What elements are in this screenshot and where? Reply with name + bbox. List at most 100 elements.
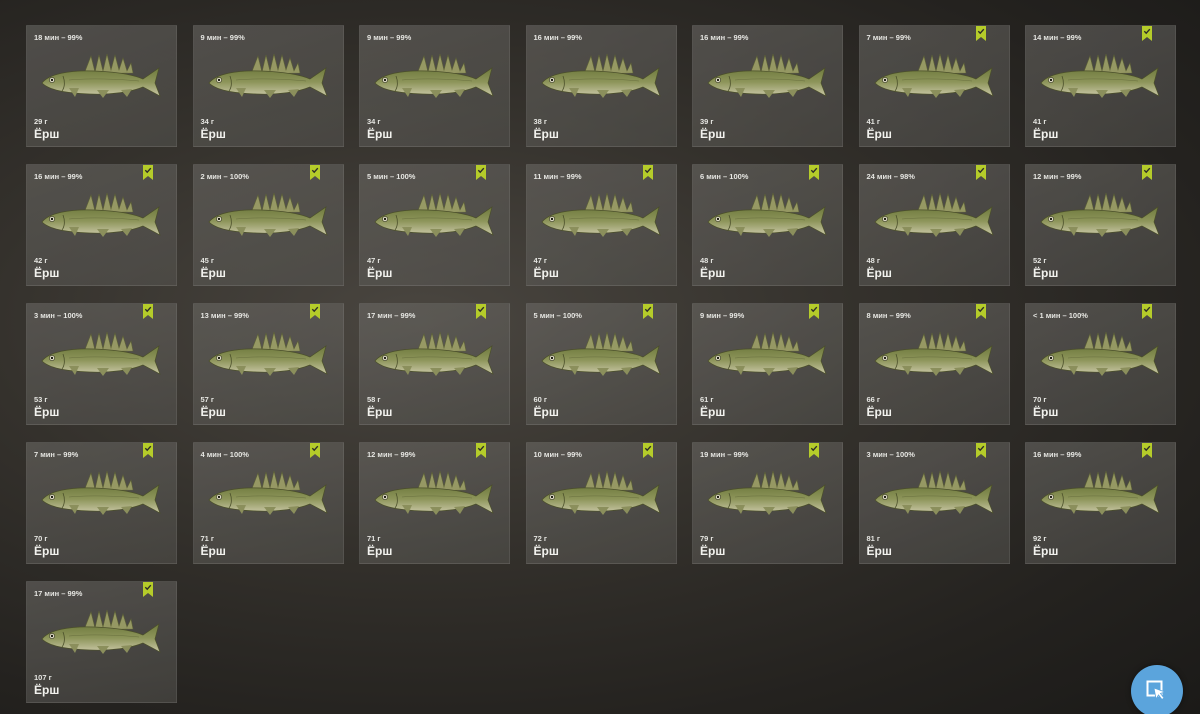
bookmark-check-icon bbox=[143, 582, 153, 597]
catch-weight: 66 г bbox=[866, 395, 881, 404]
catch-time-quality: 3 мин – 100% bbox=[34, 311, 83, 320]
catch-fish-name: Ёрш bbox=[866, 544, 892, 558]
catch-card[interactable]: 9 мин – 99% 34 г Ёрш bbox=[192, 25, 344, 147]
catch-card[interactable]: 5 мин – 100% 60 г Ёрш bbox=[525, 303, 677, 425]
catch-weight: 41 г bbox=[866, 117, 881, 126]
catch-fish-name: Ёрш bbox=[367, 544, 393, 558]
catch-card[interactable]: 12 мин – 99% 52 г Ёрш bbox=[1025, 164, 1176, 286]
catch-time-quality: 6 мин – 100% bbox=[700, 172, 749, 181]
bookmark-check-icon bbox=[1142, 165, 1152, 180]
catch-card[interactable]: 12 мин – 99% 71 г Ёрш bbox=[359, 442, 510, 564]
catch-time-quality: 9 мин – 99% bbox=[200, 33, 245, 42]
catch-card[interactable]: 5 мин – 100% 47 г Ёрш bbox=[359, 164, 510, 286]
catch-fish-name: Ёрш bbox=[700, 127, 726, 141]
catch-time-quality: 16 мин – 99% bbox=[533, 33, 582, 42]
catch-time-quality: 16 мин – 99% bbox=[34, 172, 83, 181]
catch-card[interactable]: 6 мин – 100% 48 г Ёрш bbox=[692, 164, 843, 286]
catch-time-quality: 9 мин – 99% bbox=[367, 33, 412, 42]
catch-time-quality: 7 мин – 99% bbox=[866, 33, 911, 42]
bookmark-check-icon bbox=[1142, 304, 1152, 319]
catch-card[interactable]: 16 мин – 99% 38 г Ёрш bbox=[525, 25, 677, 147]
catch-card[interactable]: 7 мин – 99% 70 г Ёрш bbox=[26, 442, 177, 564]
catch-card[interactable]: 24 мин – 98% 48 г Ёрш bbox=[858, 164, 1010, 286]
catch-time-quality: 14 мин – 99% bbox=[1033, 33, 1082, 42]
catch-time-quality: 4 мин – 100% bbox=[200, 450, 249, 459]
select-mode-button[interactable] bbox=[1131, 665, 1183, 714]
catch-card[interactable]: 11 мин – 99% 47 г Ёрш bbox=[525, 164, 677, 286]
catch-card[interactable]: 17 мин – 99% 107 г Ёрш bbox=[26, 581, 177, 703]
bookmark-check-icon bbox=[975, 26, 986, 41]
ruffe-fish-icon bbox=[374, 331, 494, 376]
catch-weight: 107 г bbox=[34, 673, 52, 682]
catch-card[interactable]: 4 мин – 100% 71 г Ёрш bbox=[192, 442, 344, 564]
catch-time-quality: 19 мин – 99% bbox=[700, 450, 749, 459]
catch-weight: 34 г bbox=[367, 117, 381, 126]
bookmark-check-icon bbox=[476, 165, 486, 180]
ruffe-fish-icon bbox=[541, 331, 661, 376]
catch-card[interactable]: 3 мин – 100% 81 г Ёрш bbox=[858, 442, 1010, 564]
catch-card[interactable]: 10 мин – 99% 72 г Ёрш bbox=[525, 442, 677, 564]
catch-weight: 47 г bbox=[533, 256, 548, 265]
catch-fish-name: Ёрш bbox=[533, 405, 559, 419]
catch-fish-name: Ёрш bbox=[367, 405, 393, 419]
catch-weight: 72 г bbox=[533, 534, 548, 543]
catch-card[interactable]: 9 мин – 99% 34 г Ёрш bbox=[359, 25, 510, 147]
ruffe-fish-icon bbox=[41, 331, 161, 376]
ruffe-fish-icon bbox=[707, 53, 827, 98]
catch-card[interactable]: 19 мин – 99% 79 г Ёрш bbox=[692, 442, 843, 564]
bookmark-check-icon bbox=[975, 304, 986, 319]
catch-fish-name: Ёрш bbox=[533, 127, 559, 141]
bookmark-check-icon bbox=[476, 443, 486, 458]
catch-fish-name: Ёрш bbox=[1033, 405, 1059, 419]
bookmark-check-icon bbox=[143, 165, 153, 180]
catch-time-quality: 17 мин – 99% bbox=[34, 589, 83, 598]
ruffe-fish-icon bbox=[1040, 331, 1160, 376]
ruffe-fish-icon bbox=[41, 609, 161, 654]
catch-time-quality: 16 мин – 99% bbox=[700, 33, 749, 42]
catch-fish-name: Ёрш bbox=[34, 683, 60, 697]
catch-card[interactable]: 16 мин – 99% 92 г Ёрш bbox=[1025, 442, 1176, 564]
catch-weight: 81 г bbox=[866, 534, 881, 543]
catch-fish-name: Ёрш bbox=[1033, 266, 1059, 280]
ruffe-fish-icon bbox=[707, 331, 827, 376]
catch-fish-name: Ёрш bbox=[367, 127, 393, 141]
catch-card[interactable]: 16 мин – 99% 39 г Ёрш bbox=[692, 25, 843, 147]
catch-weight: 71 г bbox=[200, 534, 215, 543]
ruffe-fish-icon bbox=[707, 470, 827, 515]
catch-time-quality: 13 мин – 99% bbox=[200, 311, 249, 320]
catch-time-quality: 7 мин – 99% bbox=[34, 450, 79, 459]
catch-fish-name: Ёрш bbox=[200, 405, 226, 419]
catch-card[interactable]: 13 мин – 99% 57 г Ёрш bbox=[192, 303, 344, 425]
catch-card[interactable]: 3 мин – 100% 53 г Ёрш bbox=[26, 303, 177, 425]
catch-card[interactable]: 8 мин – 99% 66 г Ёрш bbox=[858, 303, 1010, 425]
bookmark-check-icon bbox=[143, 443, 153, 458]
catch-time-quality: 24 мин – 98% bbox=[866, 172, 915, 181]
bookmark-check-icon bbox=[1142, 443, 1152, 458]
bookmark-check-icon bbox=[1142, 26, 1152, 41]
catch-weight: 41 г bbox=[1033, 117, 1047, 126]
catch-card[interactable]: 2 мин – 100% 45 г Ёрш bbox=[192, 164, 344, 286]
catch-card[interactable]: 17 мин – 99% 58 г Ёрш bbox=[359, 303, 510, 425]
ruffe-fish-icon bbox=[41, 470, 161, 515]
bookmark-check-icon bbox=[809, 165, 819, 180]
catch-weight: 48 г bbox=[700, 256, 714, 265]
catch-time-quality: 3 мин – 100% bbox=[866, 450, 915, 459]
ruffe-fish-icon bbox=[1040, 53, 1160, 98]
catch-weight: 70 г bbox=[1033, 395, 1047, 404]
ruffe-fish-icon bbox=[41, 192, 161, 237]
catch-card[interactable]: 9 мин – 99% 61 г Ёрш bbox=[692, 303, 843, 425]
catch-weight: 34 г bbox=[200, 117, 215, 126]
catch-time-quality: 12 мин – 99% bbox=[1033, 172, 1082, 181]
catch-weight: 71 г bbox=[367, 534, 381, 543]
catch-card[interactable]: 16 мин – 99% 42 г Ёрш bbox=[26, 164, 177, 286]
catch-fish-name: Ёрш bbox=[200, 544, 226, 558]
catch-time-quality: 11 мин – 99% bbox=[533, 172, 582, 181]
catch-card[interactable]: 18 мин – 99% 29 г Ёрш bbox=[26, 25, 177, 147]
catch-card[interactable]: < 1 мин – 100% 70 г Ёрш bbox=[1025, 303, 1176, 425]
catch-fish-name: Ёрш bbox=[1033, 127, 1059, 141]
catch-fish-name: Ёрш bbox=[866, 266, 892, 280]
catch-time-quality: 9 мин – 99% bbox=[700, 311, 745, 320]
catch-card[interactable]: 7 мин – 99% 41 г Ёрш bbox=[858, 25, 1010, 147]
catch-card[interactable]: 14 мин – 99% 41 г Ёрш bbox=[1025, 25, 1176, 147]
bookmark-check-icon bbox=[143, 304, 153, 319]
